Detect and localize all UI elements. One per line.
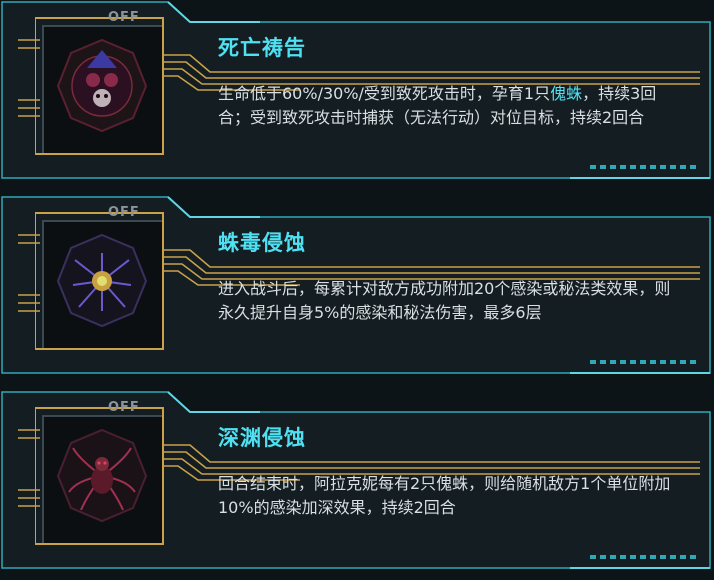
toggle-off-label[interactable]: OFF: [108, 10, 140, 25]
desc-text: 生命低于60%/30%/受到致死攻击时，孕育1只: [218, 84, 551, 103]
skill-title: 深渊侵蚀: [218, 426, 306, 450]
toggle-off-label[interactable]: OFF: [108, 400, 140, 415]
skull-flower-icon: [35, 17, 164, 155]
skill-card-2[interactable]: OFF 蛛毒侵蚀 进入战斗后，每累计对敌方成功附加20个感染或秘法类效果，则永久…: [0, 195, 714, 380]
toggle-off-label[interactable]: OFF: [108, 205, 140, 220]
skill-card-1[interactable]: OFF 死亡祷告 生命低于60%/30%/受到致死攻击时，孕育1只傀蛛，持续3回…: [0, 0, 714, 185]
skill-description: 生命低于60%/30%/受到致死攻击时，孕育1只傀蛛，持续3回合；受到致死攻击时…: [218, 82, 676, 130]
skill-description: 进入战斗后，每累计对敌方成功附加20个感染或秘法类效果，则永久提升自身5%的感染…: [218, 279, 671, 322]
skill-title: 蛛毒侵蚀: [218, 231, 306, 255]
skill-title: 死亡祷告: [218, 36, 306, 60]
skill-description: 回合结束时，阿拉克妮每有2只傀蛛，则给随机敌方1个单位附加10%的感染加深效果，…: [218, 474, 671, 517]
abyss-spider-icon: [35, 407, 164, 545]
desc-highlight: 傀蛛: [550, 84, 583, 103]
spider-venom-icon: [35, 212, 164, 350]
skill-card-3[interactable]: OFF 深渊侵蚀 回合结束时，阿拉克妮每有2只傀蛛，则给随机敌方1个单位附加10…: [0, 390, 714, 575]
